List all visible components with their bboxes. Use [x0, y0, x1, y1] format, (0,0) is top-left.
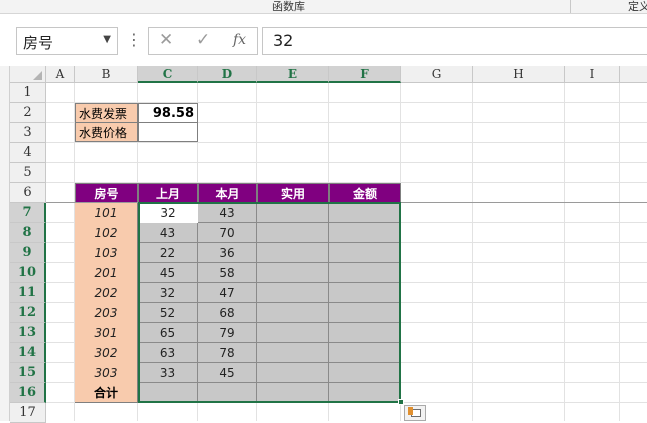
row-header-12[interactable]: 12	[10, 303, 46, 323]
row-header-6[interactable]: 6	[10, 183, 46, 203]
chevron-down-icon[interactable]: ▼	[103, 34, 111, 45]
quick-analysis-lightning-icon	[408, 407, 413, 415]
formula-buttons: ✕ ✓ fx	[148, 27, 258, 55]
column-header-I[interactable]: I	[565, 66, 620, 83]
water-invoice-label[interactable]: 水费发票	[75, 103, 138, 123]
name-box-value: 房号	[23, 34, 54, 52]
column-header-B[interactable]: B	[75, 66, 138, 83]
room-cell[interactable]: 102	[75, 223, 138, 243]
row-header-5[interactable]: 5	[10, 163, 46, 183]
gridline	[472, 83, 473, 421]
column-header-C[interactable]: C	[138, 66, 198, 83]
more-options-icon[interactable]: ⋮	[126, 30, 142, 49]
row-header-14[interactable]: 14	[10, 343, 46, 363]
column-header-partial	[620, 66, 647, 83]
row-header-2[interactable]: 2	[10, 103, 46, 123]
column-header-G[interactable]: G	[401, 66, 473, 83]
room-cell[interactable]: 201	[75, 263, 138, 283]
ribbon-separator	[570, 0, 571, 13]
row-header-15[interactable]: 15	[10, 363, 46, 383]
row-header-4[interactable]: 4	[10, 143, 46, 163]
cancel-icon[interactable]: ✕	[159, 30, 173, 50]
column-header-F[interactable]: F	[329, 66, 401, 83]
column-header-H[interactable]: H	[473, 66, 565, 83]
gridline	[619, 83, 620, 421]
row-header-3[interactable]: 3	[10, 123, 46, 143]
header-amount[interactable]: 金额	[329, 183, 401, 203]
row-header-17[interactable]: 17	[10, 403, 46, 423]
row-header-9[interactable]: 9	[10, 243, 46, 263]
select-all-triangle-icon	[33, 71, 42, 80]
row-header-13[interactable]: 13	[10, 323, 46, 343]
name-box[interactable]: 房号 ▼	[16, 27, 118, 55]
water-invoice-value[interactable]: 98.58	[138, 103, 198, 123]
water-price-value[interactable]	[138, 122, 198, 142]
room-cell[interactable]: 301	[75, 323, 138, 343]
select-all-corner[interactable]	[10, 66, 46, 83]
room-cell[interactable]: 103	[75, 243, 138, 263]
formula-input[interactable]: 32	[262, 27, 647, 55]
header-room[interactable]: 房号	[75, 183, 138, 203]
gridline	[564, 83, 565, 421]
room-cell[interactable]: 302	[75, 343, 138, 363]
quick-analysis-icon[interactable]	[404, 405, 426, 421]
ribbon-strip: 函数库 定义	[0, 0, 647, 14]
column-header-D[interactable]: D	[198, 66, 257, 83]
column-header-A[interactable]: A	[46, 66, 75, 83]
room-cell[interactable]: 202	[75, 283, 138, 303]
water-price-label[interactable]: 水费价格	[75, 122, 138, 142]
gridline	[46, 142, 647, 143]
sheet-left-bar	[0, 66, 10, 421]
row-header-16[interactable]: 16	[10, 383, 46, 403]
formula-input-value: 32	[273, 31, 294, 50]
define-group-label[interactable]: 定义	[628, 0, 647, 14]
enter-icon[interactable]: ✓	[196, 30, 210, 50]
selection-border	[138, 202, 401, 403]
room-cell[interactable]: 203	[75, 303, 138, 323]
row-header-8[interactable]: 8	[10, 223, 46, 243]
function-library-group-label[interactable]: 函数库	[272, 0, 305, 14]
gridline	[46, 162, 647, 163]
header-this-month[interactable]: 本月	[198, 183, 257, 203]
row-header-1[interactable]: 1	[10, 83, 46, 103]
room-cell[interactable]: 303	[75, 363, 138, 383]
room-cell[interactable]: 101	[75, 203, 138, 223]
header-last-month[interactable]: 上月	[138, 183, 198, 203]
insert-function-icon[interactable]: fx	[233, 32, 246, 48]
column-header-E[interactable]: E	[257, 66, 329, 83]
header-used[interactable]: 实用	[257, 183, 329, 203]
row-header-7[interactable]: 7	[10, 203, 46, 223]
total-label[interactable]: 合计	[75, 383, 138, 403]
row-header-10[interactable]: 10	[10, 263, 46, 283]
row-header-11[interactable]: 11	[10, 283, 46, 303]
